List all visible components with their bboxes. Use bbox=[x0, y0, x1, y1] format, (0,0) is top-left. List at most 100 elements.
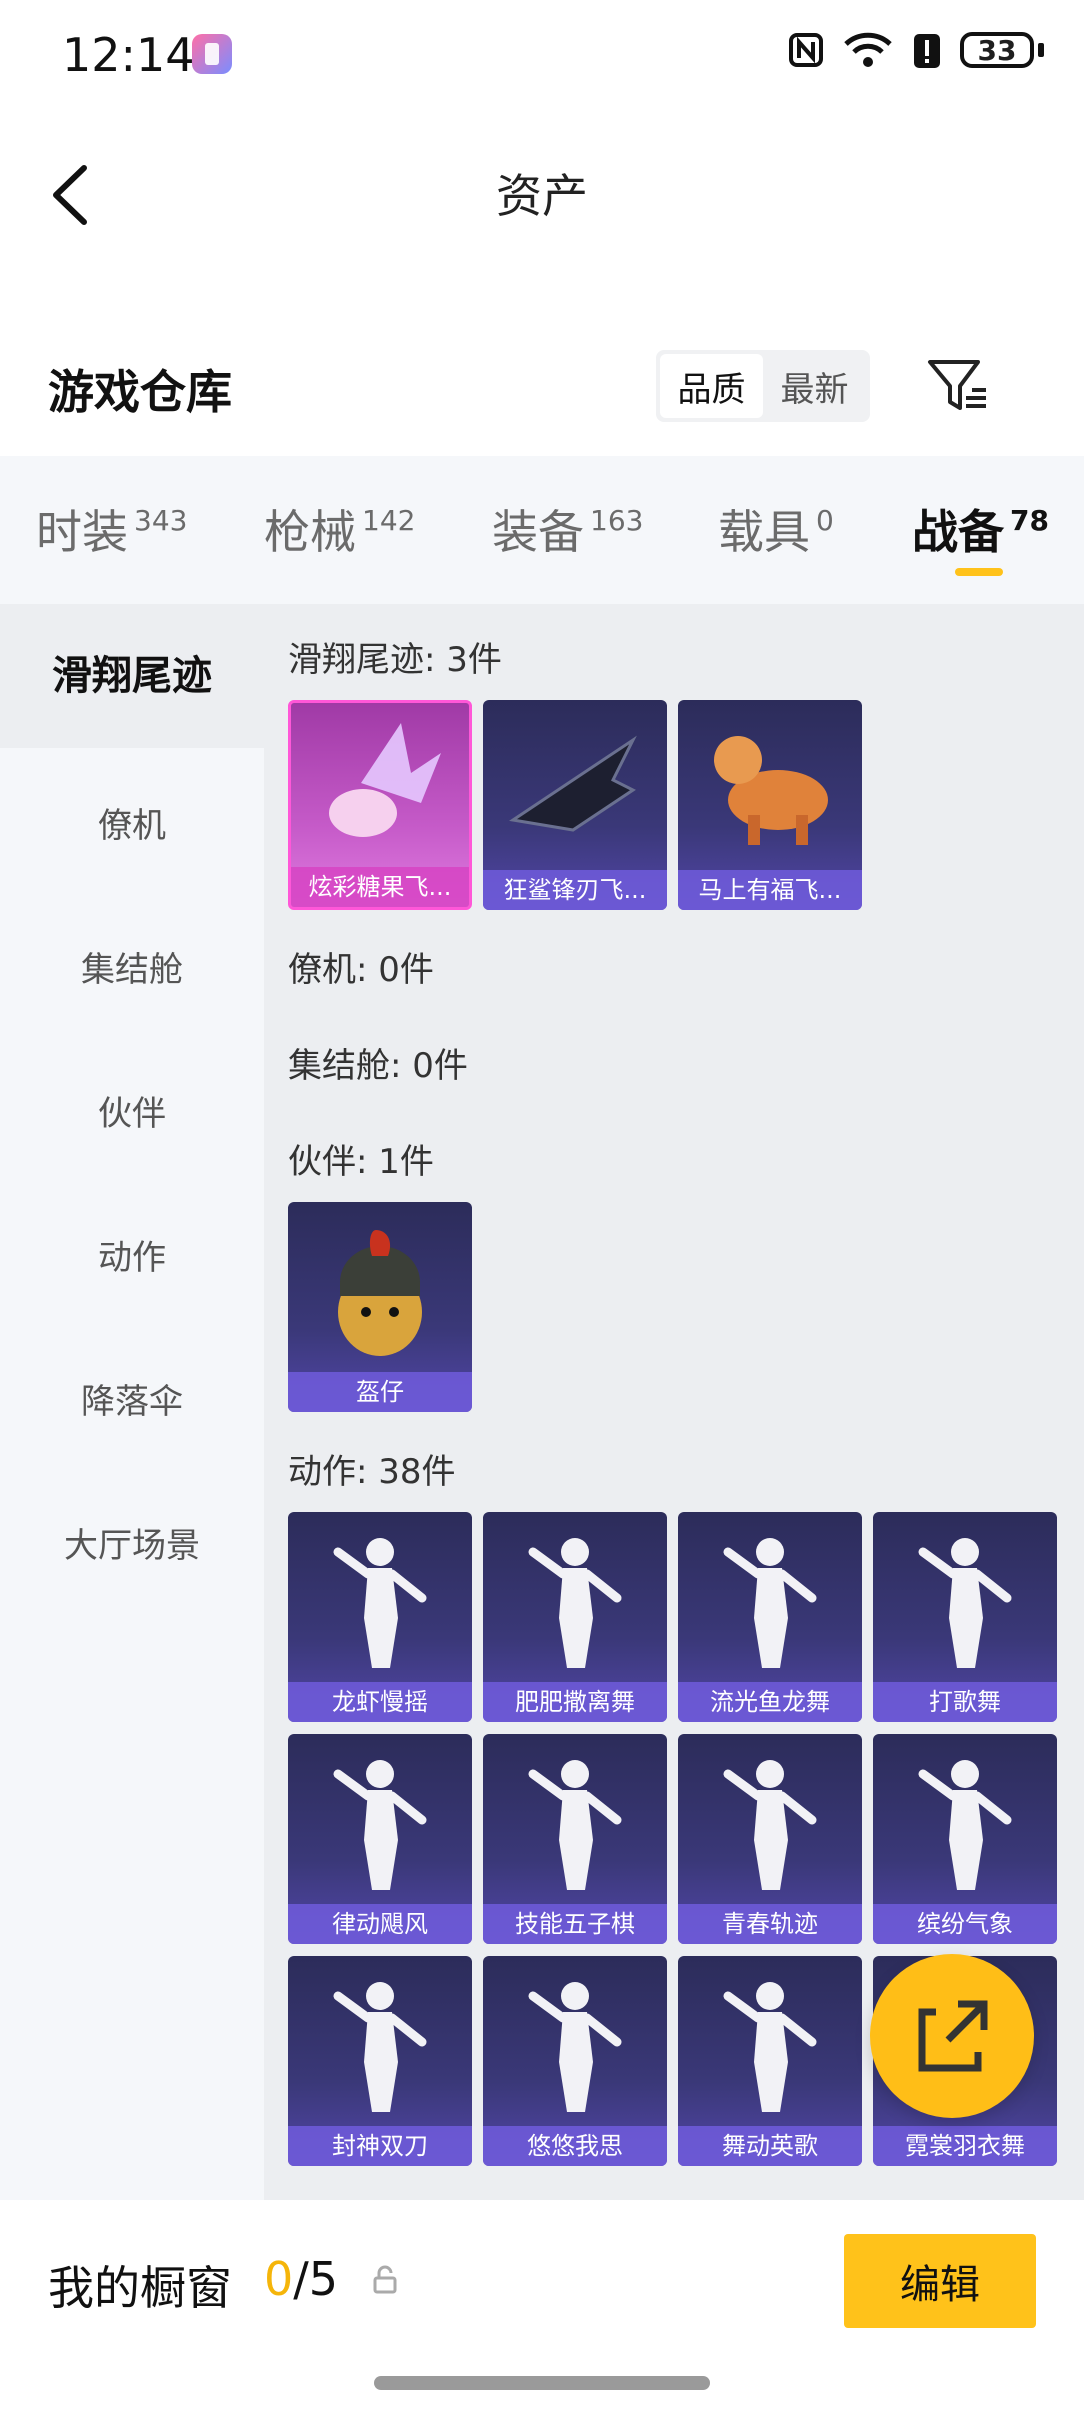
item-card[interactable]: 炫彩糖果飞... bbox=[288, 700, 472, 910]
share-fab[interactable] bbox=[870, 1954, 1034, 2118]
emote-figure-image bbox=[723, 1538, 817, 1668]
emote-figure-image bbox=[333, 1538, 427, 1668]
emote-label: 青春轨迹 bbox=[678, 1904, 862, 1944]
emote-card[interactable]: 肥肥撒离舞 bbox=[483, 1512, 667, 1722]
emote-label: 缤纷气象 bbox=[873, 1904, 1057, 1944]
shark-trail-image bbox=[509, 735, 637, 832]
emote-label: 悠悠我思 bbox=[483, 2126, 667, 2166]
category-tabs: 时装 343 枪械 142 装备 163 载具 0 战备 78 bbox=[0, 456, 1084, 604]
showcase-title: 我的橱窗 bbox=[48, 2261, 232, 2315]
sort-newest-button[interactable]: 最新 bbox=[763, 354, 866, 418]
emote-card[interactable]: 封神双刀 bbox=[288, 1956, 472, 2166]
item-label: 炫彩糖果飞... bbox=[291, 867, 469, 907]
emote-card[interactable]: 缤纷气象 bbox=[873, 1734, 1057, 1944]
sidebar-item-glide-trail[interactable]: 滑翔尾迹 bbox=[0, 604, 264, 748]
sidebar-item-wingman[interactable]: 僚机 bbox=[0, 798, 264, 847]
emote-label: 打歌舞 bbox=[873, 1682, 1057, 1722]
status-time: 12:14 bbox=[62, 28, 195, 82]
tab-count: 142 bbox=[362, 504, 416, 537]
emote-label: 律动飓风 bbox=[288, 1904, 472, 1944]
emote-figure-image bbox=[723, 1982, 817, 2112]
page-title: 资产 bbox=[496, 169, 588, 223]
lock-icon bbox=[373, 2265, 397, 2294]
tab-label: 时装 bbox=[36, 505, 128, 559]
sort-toggle: 品质 最新 bbox=[656, 350, 870, 422]
sidebar: 滑翔尾迹 僚机 集结舱 伙伴 动作 降落伞 大厅场景 bbox=[0, 604, 264, 2200]
sidebar-item-lobby-scene[interactable]: 大厅场景 bbox=[0, 1518, 264, 1567]
tab-label: 枪械 bbox=[264, 505, 356, 559]
tab-label: 战备 bbox=[912, 505, 1004, 559]
showcase-count: 0/5 bbox=[264, 2252, 338, 2306]
emote-card[interactable]: 青春轨迹 bbox=[678, 1734, 862, 1944]
section-title-pod: 集结舱: 0件 bbox=[288, 1046, 468, 1086]
candy-trail-image bbox=[329, 723, 441, 837]
emote-figure-image bbox=[918, 1760, 1012, 1890]
emote-label: 封神双刀 bbox=[288, 2126, 472, 2166]
item-label: 盔仔 bbox=[288, 1372, 472, 1412]
tab-count: 0 bbox=[816, 504, 834, 537]
sidebar-item-emote[interactable]: 动作 bbox=[0, 1230, 264, 1279]
showcase-count-current: 0 bbox=[264, 2252, 294, 2306]
emote-card[interactable]: 悠悠我思 bbox=[483, 1956, 667, 2166]
tab-label: 装备 bbox=[492, 505, 584, 559]
battery-icon: 33 bbox=[960, 32, 1034, 68]
emote-card[interactable]: 舞动英歌 bbox=[678, 1956, 862, 2166]
item-card[interactable]: 马上有福飞... bbox=[678, 700, 862, 910]
active-tab-indicator bbox=[955, 568, 1003, 576]
helmet-chick-image bbox=[338, 1230, 422, 1356]
emote-label: 流光鱼龙舞 bbox=[678, 1682, 862, 1722]
showcase-bar: 我的橱窗 0/5 编辑 bbox=[0, 2200, 1084, 2412]
emote-label: 肥肥撒离舞 bbox=[483, 1682, 667, 1722]
nfc-icon bbox=[789, 33, 823, 67]
emote-figure-image bbox=[528, 1982, 622, 2112]
status-bar: 12:14 33 bbox=[0, 0, 1084, 110]
item-label: 马上有福飞... bbox=[678, 870, 862, 910]
warehouse-title: 游戏仓库 bbox=[48, 365, 232, 419]
sidebar-item-partner[interactable]: 伙伴 bbox=[0, 1086, 264, 1135]
tab-guns[interactable]: 枪械 142 bbox=[264, 496, 415, 562]
edit-button[interactable]: 编辑 bbox=[844, 2234, 1036, 2328]
tab-combat-prep[interactable]: 战备 78 bbox=[912, 496, 1049, 562]
emote-figure-image bbox=[528, 1760, 622, 1890]
emote-card[interactable]: 龙虾慢摇 bbox=[288, 1512, 472, 1722]
app-notification-icon bbox=[192, 34, 232, 74]
share-icon bbox=[918, 2000, 988, 2072]
showcase-count-total: /5 bbox=[293, 2252, 339, 2306]
section-title-emote: 动作: 38件 bbox=[288, 1452, 456, 1492]
emote-card[interactable]: 技能五子棋 bbox=[483, 1734, 667, 1944]
item-label: 狂鲨锋刃飞... bbox=[483, 870, 667, 910]
item-card[interactable]: 盔仔 bbox=[288, 1202, 472, 1412]
sort-quality-button[interactable]: 品质 bbox=[660, 354, 763, 418]
status-icons: 33 bbox=[788, 30, 1044, 70]
emote-label: 舞动英歌 bbox=[678, 2126, 862, 2166]
tab-label: 载具 bbox=[718, 505, 810, 559]
home-indicator bbox=[374, 2376, 710, 2390]
emote-label: 龙虾慢摇 bbox=[288, 1682, 472, 1722]
emote-figure-image bbox=[723, 1760, 817, 1890]
filter-icon[interactable] bbox=[926, 356, 990, 416]
emote-label: 霓裳羽衣舞 bbox=[873, 2126, 1057, 2166]
sidebar-item-pod[interactable]: 集结舱 bbox=[0, 942, 264, 991]
section-title-glide: 滑翔尾迹: 3件 bbox=[288, 640, 502, 680]
emote-label: 技能五子棋 bbox=[483, 1904, 667, 1944]
tab-vehicles[interactable]: 载具 0 bbox=[718, 496, 834, 562]
emote-card[interactable]: 律动飓风 bbox=[288, 1734, 472, 1944]
item-card[interactable]: 狂鲨锋刃飞... bbox=[483, 700, 667, 910]
tab-equipment[interactable]: 装备 163 bbox=[492, 496, 643, 562]
emote-card[interactable]: 打歌舞 bbox=[873, 1512, 1057, 1722]
section-title-wingman: 僚机: 0件 bbox=[288, 950, 434, 990]
emote-figure-image bbox=[333, 1760, 427, 1890]
tab-fashion[interactable]: 时装 343 bbox=[36, 496, 187, 562]
tab-count: 343 bbox=[134, 504, 188, 537]
emote-figure-image bbox=[528, 1538, 622, 1668]
battery-tip bbox=[1038, 43, 1044, 57]
emote-figure-image bbox=[918, 1538, 1012, 1668]
emote-figure-image bbox=[333, 1982, 427, 2112]
wifi-icon bbox=[844, 32, 892, 67]
tab-count: 78 bbox=[1010, 504, 1049, 537]
emote-card[interactable]: 流光鱼龙舞 bbox=[678, 1512, 862, 1722]
section-title-partner: 伙伴: 1件 bbox=[288, 1142, 434, 1182]
sidebar-item-parachute[interactable]: 降落伞 bbox=[0, 1374, 264, 1423]
tab-count: 163 bbox=[590, 504, 644, 537]
alert-icon bbox=[914, 34, 940, 68]
